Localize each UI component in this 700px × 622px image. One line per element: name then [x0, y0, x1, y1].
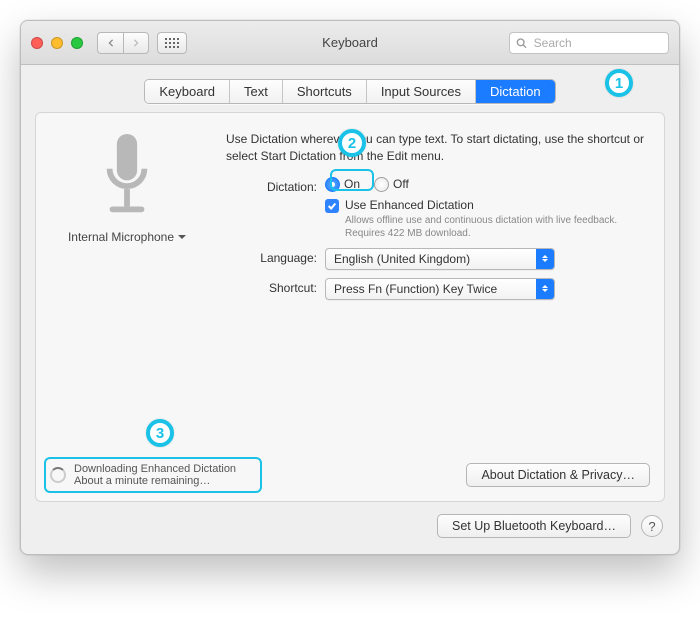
intro-text: Use Dictation wherever you can type text… — [220, 131, 648, 165]
radio-on-icon — [325, 177, 340, 192]
tab-text[interactable]: Text — [230, 80, 283, 103]
annotation-1: 1 — [605, 69, 633, 97]
language-value: English (United Kingdom) — [334, 252, 470, 266]
preferences-window: Keyboard Keyboard Text Shortcuts Input S… — [20, 20, 680, 555]
chevron-down-icon — [178, 235, 186, 243]
spinner-icon — [50, 467, 66, 483]
search-field[interactable] — [509, 32, 669, 54]
traffic-lights — [31, 37, 83, 49]
titlebar: Keyboard — [21, 21, 679, 65]
dictation-label: Dictation: — [220, 177, 325, 194]
language-row: Language: English (United Kingdom) — [220, 248, 648, 270]
enhanced-dictation-checkbox[interactable]: Use Enhanced Dictation Allows offline us… — [325, 198, 648, 240]
close-window-button[interactable] — [31, 37, 43, 49]
search-input[interactable] — [532, 35, 662, 51]
back-button[interactable] — [97, 32, 123, 54]
radio-on-label: On — [344, 177, 360, 191]
dictation-on-radio[interactable]: On — [325, 177, 360, 192]
dictation-off-radio[interactable]: Off — [374, 177, 409, 192]
shortcut-row: Shortcut: Press Fn (Function) Key Twice — [220, 278, 648, 300]
shortcut-value: Press Fn (Function) Key Twice — [334, 282, 497, 296]
grid-icon — [165, 38, 179, 48]
checkbox-checked-icon — [325, 199, 339, 213]
tab-shortcuts[interactable]: Shortcuts — [283, 80, 367, 103]
bluetooth-keyboard-button[interactable]: Set Up Bluetooth Keyboard… — [437, 514, 631, 538]
download-title: Downloading Enhanced Dictation — [74, 463, 236, 475]
download-status: Downloading Enhanced Dictation About a m… — [50, 463, 236, 487]
dictation-row: Dictation: On Off — [220, 177, 648, 240]
minimize-window-button[interactable] — [51, 37, 63, 49]
footer: Set Up Bluetooth Keyboard… ? — [21, 514, 679, 554]
nav-buttons — [97, 32, 149, 54]
search-icon — [516, 37, 527, 49]
shortcut-label: Shortcut: — [220, 278, 325, 295]
zoom-window-button[interactable] — [71, 37, 83, 49]
about-dictation-button[interactable]: About Dictation & Privacy… — [466, 463, 650, 487]
microphone-selector-label: Internal Microphone — [68, 230, 174, 244]
annotation-3: 3 — [146, 419, 174, 447]
help-icon: ? — [648, 519, 655, 534]
microphone-icon — [98, 131, 156, 224]
tab-bar: Keyboard Text Shortcuts Input Sources Di… — [21, 65, 679, 112]
enhanced-note: Allows offline use and continuous dictat… — [345, 214, 648, 240]
tab-keyboard[interactable]: Keyboard — [145, 80, 230, 103]
enhanced-label: Use Enhanced Dictation — [345, 198, 648, 212]
select-stepper-icon — [536, 249, 554, 269]
dictation-pane: Internal Microphone 2 Use Dictation wher… — [35, 112, 665, 502]
show-all-button[interactable] — [157, 32, 187, 54]
tab-dictation[interactable]: Dictation — [476, 80, 555, 103]
language-label: Language: — [220, 248, 325, 265]
help-button[interactable]: ? — [641, 515, 663, 537]
language-select[interactable]: English (United Kingdom) — [325, 248, 555, 270]
annotation-2: 2 — [338, 129, 366, 157]
microphone-selector[interactable]: Internal Microphone — [68, 230, 186, 244]
shortcut-select[interactable]: Press Fn (Function) Key Twice — [325, 278, 555, 300]
radio-off-label: Off — [393, 177, 409, 191]
forward-button[interactable] — [123, 32, 149, 54]
select-stepper-icon — [536, 279, 554, 299]
radio-off-icon — [374, 177, 389, 192]
tab-input-sources[interactable]: Input Sources — [367, 80, 476, 103]
download-sub: About a minute remaining… — [74, 475, 236, 487]
